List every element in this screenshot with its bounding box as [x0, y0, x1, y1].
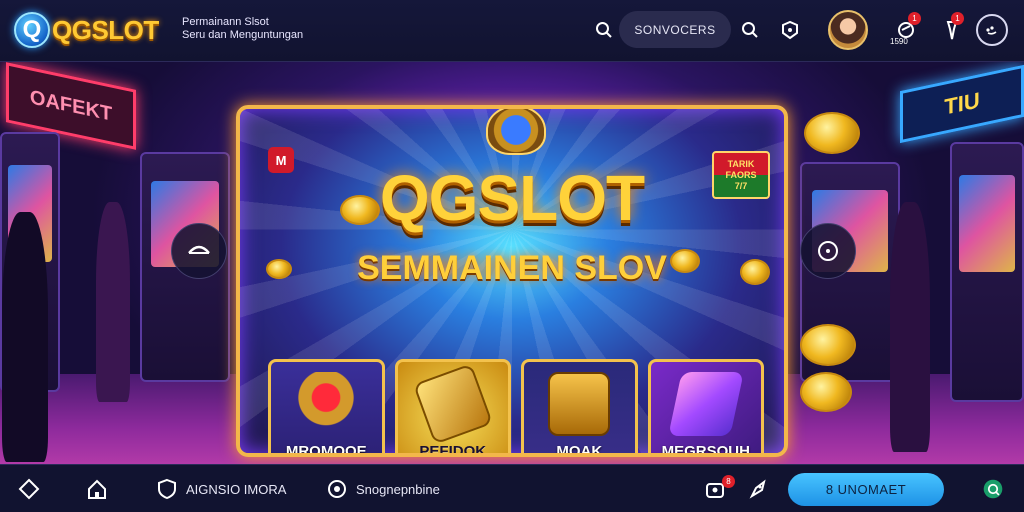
category-label: MEGRSOUH — [661, 443, 750, 457]
search-icon[interactable] — [592, 18, 616, 42]
gold-coin — [800, 324, 856, 366]
bottom-navigation: AIGNSIO IMORA Snognepnbine 8 8 UNOMAET — [0, 464, 1024, 512]
carousel-next-button[interactable] — [800, 223, 856, 279]
search-icon-secondary[interactable] — [738, 18, 762, 42]
category-tile-4[interactable]: MEGRSOUH — [647, 359, 764, 457]
diamond-icon — [18, 478, 40, 500]
notification-count: 1590 — [890, 37, 908, 46]
logo-text: QGSLOT — [52, 14, 159, 45]
site-logo[interactable]: Q QGSLOT — [14, 10, 159, 50]
category-label: PEFIDOK — [419, 443, 487, 457]
person-silhouette-right — [890, 202, 930, 452]
menu-icon — [986, 26, 997, 35]
primary-cta-button[interactable]: 8 UNOMAET — [788, 473, 944, 506]
shield-emblem-icon — [486, 109, 546, 155]
pin-badge: 1 — [951, 12, 964, 25]
top-header: Q QGSLOT Permainann Slsot Seru dan Mengu… — [0, 0, 1024, 62]
game-title: QGSLOT — [379, 162, 645, 234]
nav-item-1[interactable]: AIGNSIO IMORA — [156, 477, 286, 501]
logo-emblem: Q — [14, 12, 50, 48]
category-label: MROMOOE — [285, 443, 367, 457]
rocket-icon — [748, 478, 770, 500]
gold-bar-icon — [412, 363, 493, 445]
user-avatar[interactable] — [828, 10, 868, 50]
category-label: MOAK — [556, 443, 603, 457]
gold-coin — [800, 372, 852, 412]
game-subtitle: SEMMAINEN SLOV — [357, 249, 667, 287]
nav-item-2[interactable]: Snognepnbine — [326, 477, 440, 501]
home-icon — [86, 478, 108, 500]
notification-badge: 1 — [908, 12, 921, 25]
nav-diamond-button[interactable] — [18, 477, 48, 501]
person-silhouette-left — [2, 212, 48, 462]
treasure-bowl-icon — [295, 372, 358, 436]
wallet-badge: 8 — [722, 475, 735, 488]
nav-home-button[interactable] — [86, 477, 116, 501]
site-tagline: Permainann Slsot Seru dan Menguntungan — [182, 16, 303, 42]
hero-scene: OAFEKT TIU M TARIK FAORS 7/7 QGSLOT SEMM… — [0, 62, 1024, 464]
tagline-line-1: Permainann Slsot — [182, 16, 269, 28]
game-category-row: MROMOOE PEFIDOK MOAK MEGRSOUH — [268, 359, 764, 457]
nav-item-2-label: Snognepnbine — [356, 481, 440, 497]
nav-item-1-label: AIGNSIO IMORA — [186, 481, 287, 497]
chevron-left-icon — [188, 245, 210, 254]
gold-coin — [804, 112, 860, 154]
menu-button[interactable] — [976, 14, 1008, 46]
carousel-prev-button[interactable] — [171, 223, 227, 279]
person-silhouette-left-2 — [96, 202, 130, 402]
chevron-right-icon — [818, 241, 838, 261]
game-banner[interactable]: M TARIK FAORS 7/7 QGSLOT SEMMAINEN SLOV … — [236, 105, 788, 457]
support-button[interactable] — [982, 477, 1012, 501]
support-icon — [982, 478, 1004, 500]
rocket-button[interactable] — [748, 477, 778, 501]
category-tile-3[interactable]: MOAK — [521, 359, 638, 457]
search-button[interactable]: SONVOCERS — [619, 11, 731, 48]
treasure-chest-icon — [548, 372, 611, 436]
shield-icon — [156, 478, 178, 500]
arcade-machine-far-right — [950, 142, 1024, 402]
tagline-line-2: Seru dan Menguntungan — [182, 29, 304, 41]
category-tile-2[interactable]: PEFIDOK — [394, 359, 511, 457]
gift-icon[interactable] — [778, 18, 802, 42]
category-tile-1[interactable]: MROMOOE — [268, 359, 385, 457]
chip-icon — [326, 478, 348, 500]
crystal-gem-icon — [667, 372, 744, 436]
right-neon-sign: TIU — [900, 64, 1024, 144]
